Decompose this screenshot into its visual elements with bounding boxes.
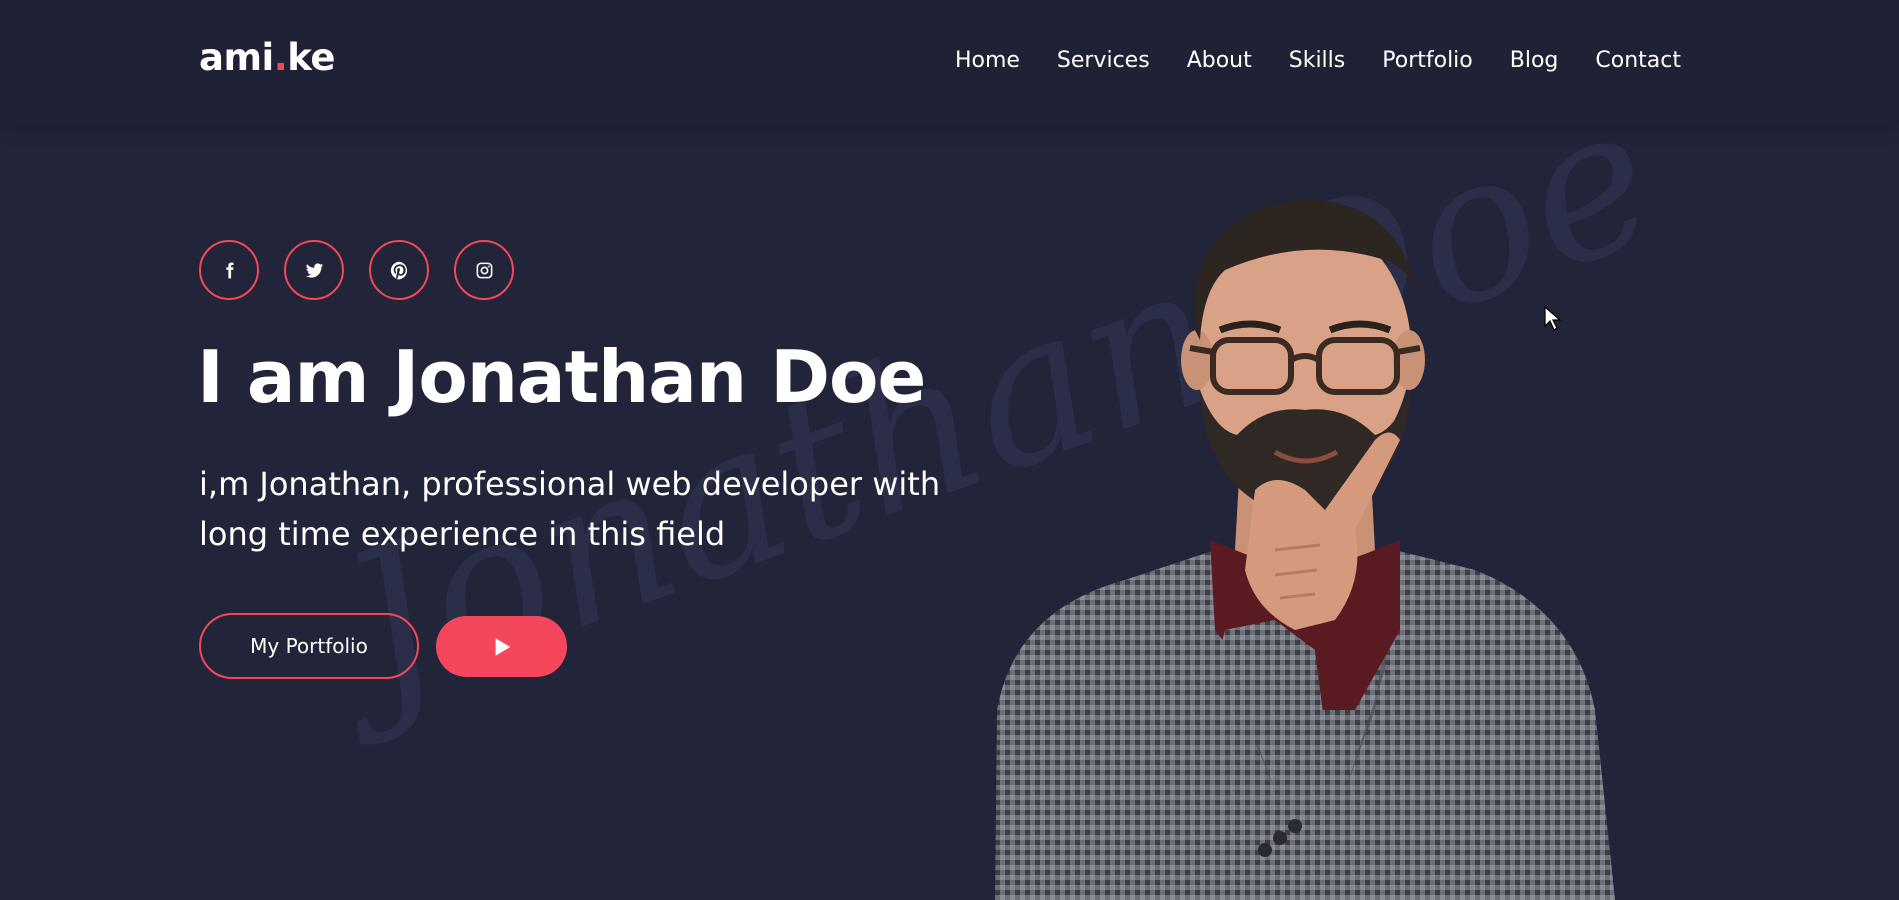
logo-text-start: ami — [199, 36, 274, 79]
social-links — [199, 240, 514, 300]
main-nav: Home Services About Skills Portfolio Blo… — [955, 48, 1681, 73]
twitter-link[interactable] — [284, 240, 344, 300]
portrait-image — [995, 199, 1615, 900]
pinterest-link[interactable] — [369, 240, 429, 300]
mouse-cursor-icon — [1544, 306, 1562, 331]
logo-text-end: ke — [287, 36, 335, 79]
nav-contact[interactable]: Contact — [1595, 48, 1681, 73]
play-icon — [495, 637, 510, 656]
site-header: ami.ke Home Services About Skills Portfo… — [0, 0, 1899, 124]
hero-title: I am Jonathan Doe — [197, 335, 926, 419]
logo[interactable]: ami.ke — [199, 36, 335, 79]
facebook-icon — [225, 262, 233, 278]
facebook-link[interactable] — [199, 240, 259, 300]
instagram-icon — [476, 262, 492, 278]
nav-about[interactable]: About — [1187, 48, 1252, 73]
nav-portfolio[interactable]: Portfolio — [1382, 48, 1473, 73]
nav-services[interactable]: Services — [1057, 48, 1150, 73]
twitter-icon — [305, 262, 323, 278]
nav-skills[interactable]: Skills — [1289, 48, 1346, 73]
hero-subtitle-line-2: long time experience in this field — [199, 515, 726, 553]
hero-subtitle-line-1: i,m Jonathan, professional web developer… — [199, 465, 941, 503]
pinterest-icon — [390, 261, 407, 279]
nav-home[interactable]: Home — [955, 48, 1020, 73]
instagram-link[interactable] — [454, 240, 514, 300]
page: ami.ke Home Services About Skills Portfo… — [0, 0, 1899, 900]
hero-subtitle: i,m Jonathan, professional web developer… — [199, 459, 999, 559]
my-portfolio-button[interactable]: My Portfolio — [199, 613, 419, 679]
nav-blog[interactable]: Blog — [1510, 48, 1559, 73]
logo-dot: . — [273, 36, 288, 79]
play-video-button[interactable] — [436, 616, 567, 677]
